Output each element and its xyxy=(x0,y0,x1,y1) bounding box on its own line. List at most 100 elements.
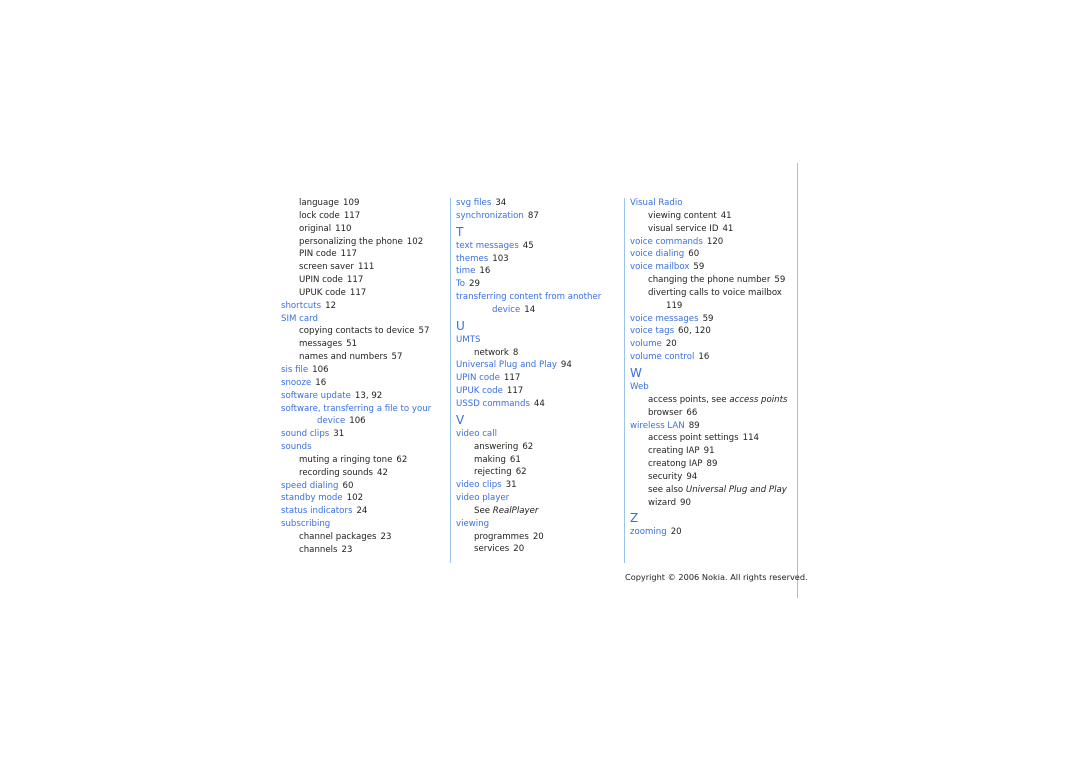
index-term-link[interactable]: standby mode xyxy=(281,493,343,503)
continuation-text[interactable]: device xyxy=(317,416,345,426)
index-subentry-text: creatong IAP xyxy=(648,459,703,470)
index-term-link[interactable]: sis file xyxy=(281,365,308,375)
page-reference: 102 xyxy=(406,236,424,247)
index-subentry-text: services xyxy=(474,544,510,555)
continuation-text[interactable]: device xyxy=(492,305,520,315)
page-reference: 34 xyxy=(495,198,507,208)
index-term: shortcuts 12 xyxy=(281,300,451,313)
index-subentry: programmes 20 xyxy=(456,531,626,544)
index-term-link[interactable]: SIM card xyxy=(281,314,318,324)
index-term-link[interactable]: status indicators xyxy=(281,506,352,516)
index-letter-heading: Z xyxy=(630,511,639,526)
index-term-link[interactable]: To xyxy=(456,279,465,289)
index-subentry: access points, see access points xyxy=(630,394,800,407)
index-subentry-text: wizard xyxy=(648,497,677,508)
index-term: To 29 xyxy=(456,278,626,291)
index-subentry-text: programmes xyxy=(474,531,529,542)
index-entry-continuation: device 106 xyxy=(281,415,451,428)
index-term-link[interactable]: snooze xyxy=(281,378,311,388)
index-subentry: channel packages 23 xyxy=(281,531,451,544)
index-subentry: rejecting 62 xyxy=(456,466,626,479)
index-term-link[interactable]: video call xyxy=(456,429,497,439)
index-term: voice mailbox 59 xyxy=(630,261,800,274)
index-subentry: messages 51 xyxy=(281,338,451,351)
page-reference: 41 xyxy=(720,210,732,221)
index-term-link[interactable]: Web xyxy=(630,382,649,392)
index-term-link[interactable]: speed dialing xyxy=(281,481,338,491)
index-term-link[interactable]: voice dialing xyxy=(630,249,684,259)
index-term-link[interactable]: text messages xyxy=(456,241,519,251)
index-term-link[interactable]: sound clips xyxy=(281,429,329,439)
page-reference: 14 xyxy=(524,304,536,315)
index-term-link[interactable]: Universal Plug and Play xyxy=(456,360,557,370)
index-term-link[interactable]: wireless LAN xyxy=(630,421,685,431)
index-term-link[interactable]: video player xyxy=(456,493,509,503)
index-term-link[interactable]: volume control xyxy=(630,352,694,362)
page-reference: 24 xyxy=(356,506,368,517)
page-reference: 89 xyxy=(688,420,700,431)
index-term-link[interactable]: subscribing xyxy=(281,519,330,529)
index-term-link[interactable]: Visual Radio xyxy=(630,198,683,208)
page-reference: 91 xyxy=(703,446,715,457)
index-term-link[interactable]: viewing xyxy=(456,519,489,529)
index-subentry-text: muting a ringing tone xyxy=(299,454,393,465)
index-subentry: visual service ID 41 xyxy=(630,223,800,236)
page-reference: 120 xyxy=(706,236,724,247)
index-term-link[interactable]: sounds xyxy=(281,442,312,452)
page-reference: 23 xyxy=(380,531,392,542)
index-term-link[interactable]: voice messages xyxy=(630,314,699,324)
index-term-link[interactable]: UPUK code xyxy=(456,386,503,396)
index-term-link[interactable]: volume xyxy=(630,339,662,349)
index-term-link[interactable]: synchronization xyxy=(456,211,524,221)
page-reference: 60 xyxy=(688,249,700,260)
index-term-link[interactable]: software, transferring a file to your xyxy=(281,404,431,414)
index-subentry-text: security xyxy=(648,471,683,482)
page-reference: 20 xyxy=(513,544,525,555)
page-reference: 31 xyxy=(505,480,517,491)
page-reference: 111 xyxy=(357,262,375,273)
index-term: status indicators 24 xyxy=(281,505,451,518)
index-subentry-text: See xyxy=(474,505,491,516)
index-term: UPUK code 117 xyxy=(456,385,626,398)
index-subentry-text: diverting calls to voice mailbox xyxy=(648,287,782,298)
index-term-link[interactable]: shortcuts xyxy=(281,301,321,311)
index-term-link[interactable]: software update xyxy=(281,391,351,401)
index-term-link[interactable]: transferring content from another xyxy=(456,292,601,302)
page-reference: 29 xyxy=(469,279,480,290)
page-reference: 117 xyxy=(503,373,521,384)
page-reference: 106 xyxy=(349,416,366,427)
index-term-link[interactable]: time xyxy=(456,266,475,276)
index-subentry: browser 66 xyxy=(630,407,800,420)
index-term: standby mode 102 xyxy=(281,492,451,505)
page-reference: 44 xyxy=(533,398,545,409)
index-term: voice messages 59 xyxy=(630,313,800,326)
index-term-link[interactable]: voice commands xyxy=(630,237,703,247)
index-subentry-text: answering xyxy=(474,441,519,452)
index-subentry: muting a ringing tone 62 xyxy=(281,454,451,467)
index-term: viewing xyxy=(456,518,626,531)
index-term-link[interactable]: svg files xyxy=(456,198,491,208)
index-term: synchronization 87 xyxy=(456,210,626,223)
index-term-link[interactable]: voice mailbox xyxy=(630,262,689,272)
index-term: volume 20 xyxy=(630,338,800,351)
index-subentry: See RealPlayer xyxy=(456,505,626,518)
index-term-link[interactable]: USSD commands xyxy=(456,399,530,409)
index-term-link[interactable]: themes xyxy=(456,254,488,264)
page-reference: 106 xyxy=(312,364,329,375)
index-subentry: creatong IAP 89 xyxy=(630,458,800,471)
page-reference: 61 xyxy=(509,454,521,465)
index-subentry-text: rejecting xyxy=(474,467,512,478)
index-term-link[interactable]: video clips xyxy=(456,480,502,490)
index-term: video clips 31 xyxy=(456,479,626,492)
index-subentry: wizard 90 xyxy=(630,497,800,510)
page-reference: 23 xyxy=(341,544,353,555)
index-term-link[interactable]: UPIN code xyxy=(456,373,500,383)
index-term-link[interactable]: voice tags xyxy=(630,326,674,336)
index-subentry-text: changing the phone number xyxy=(648,275,771,286)
index-term-link[interactable]: zooming xyxy=(630,527,667,537)
page-reference: 12 xyxy=(325,300,337,311)
index-term-link[interactable]: UMTS xyxy=(456,335,480,345)
cross-reference: access points xyxy=(729,394,788,405)
index-subentry: channels 23 xyxy=(281,544,451,557)
cross-reference: RealPlayer xyxy=(492,505,539,516)
